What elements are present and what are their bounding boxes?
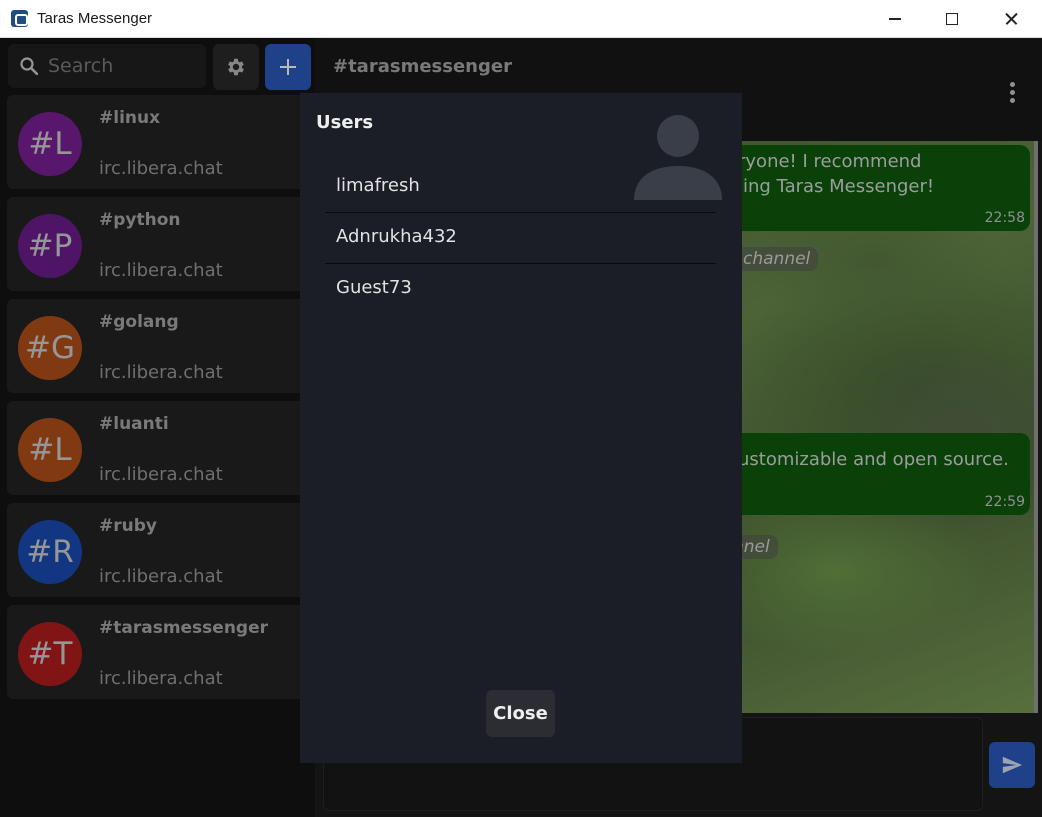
user-list-item[interactable]: Guest73 [325, 264, 716, 315]
user-list-item[interactable]: Adnrukha432 [325, 213, 716, 264]
maximize-button[interactable] [923, 0, 981, 38]
close-button[interactable]: Close [486, 690, 555, 737]
minimize-button[interactable] [866, 0, 924, 38]
user-list: limafresh Adnrukha432 Guest73 [325, 162, 716, 315]
title-bar: Taras Messenger [0, 0, 1042, 38]
user-name: Adnrukha432 [336, 226, 457, 247]
user-name: Guest73 [336, 277, 412, 298]
close-window-button[interactable] [980, 0, 1038, 38]
users-dialog: Users limafresh Adnrukha432 Guest73 Clos… [300, 93, 742, 763]
user-list-item[interactable]: limafresh [325, 162, 716, 213]
user-name: limafresh [336, 175, 420, 196]
dialog-title: Users [316, 112, 374, 133]
window-title: Taras Messenger [37, 10, 153, 27]
app-logo-icon [11, 10, 28, 27]
